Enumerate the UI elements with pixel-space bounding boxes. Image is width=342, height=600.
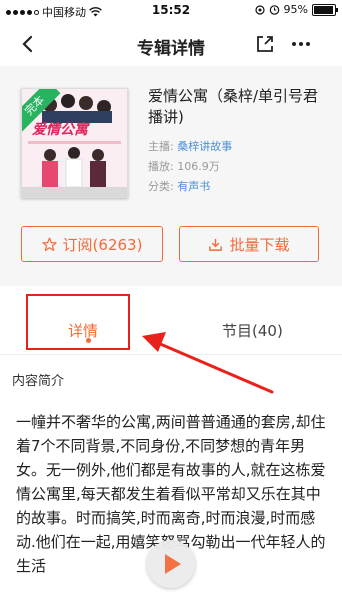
subscribe-label: 订阅(6263) [62,235,143,254]
more-icon[interactable] [290,34,312,54]
battery-icon [312,3,338,16]
category-row: 分类: 有声书 [148,178,210,194]
album-cover[interactable]: 完本 爱情公寓 [21,88,128,198]
location-icon [254,4,265,15]
tab-episodes[interactable]: 节目(40) [222,320,283,341]
battery-percent: 95% [283,3,308,16]
play-icon [165,554,181,574]
alarm-icon [269,5,279,15]
category-link[interactable]: 有声书 [177,180,210,193]
play-button[interactable] [147,540,195,588]
host-link[interactable]: 桑梓讲故事 [177,140,232,153]
annotation-highlight-box [26,294,130,350]
category-label: 分类: [148,180,174,193]
download-icon [209,238,223,251]
album-title: 爱情公寓（桑梓/单引号君播讲) [148,87,319,126]
section-title: 内容简介 [12,374,65,389]
status-right: 95% [254,3,338,16]
batch-download-button[interactable]: 批量下载 [179,226,319,262]
cover-title: 爱情公寓 [32,122,88,138]
plays-value: 106.9万 [177,160,220,173]
share-icon[interactable] [256,35,274,53]
subscribe-button[interactable]: 订阅(6263) [21,226,163,262]
plays-label: 播放: [148,160,174,173]
host-label: 主播: [148,140,174,153]
status-bar: 中国移动 15:52 95% [0,0,342,22]
nav-bar: 专辑详情 [0,22,342,66]
battery-fill [314,5,333,14]
plays-row: 播放: 106.9万 [148,158,220,174]
host-row: 主播: 桑梓讲故事 [148,138,232,154]
batch-download-label: 批量下载 [229,235,290,254]
star-icon [41,237,57,251]
